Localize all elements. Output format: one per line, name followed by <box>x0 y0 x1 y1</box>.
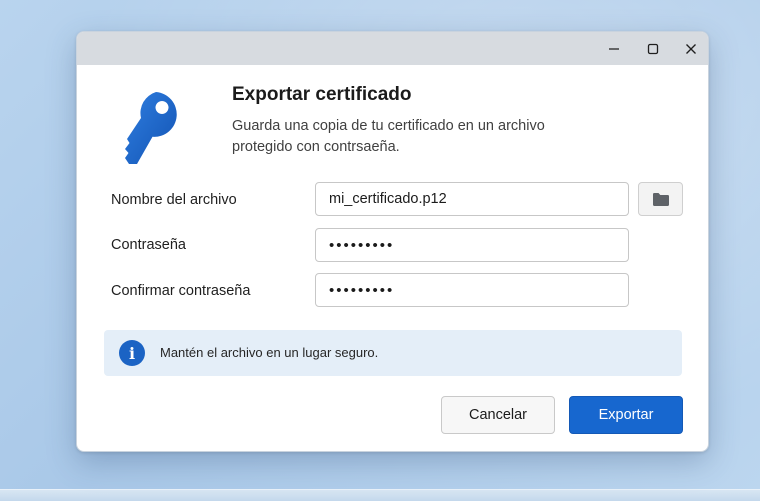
maximize-icon <box>647 43 659 54</box>
export-button[interactable]: Exportar <box>569 396 683 434</box>
export-certificate-dialog: Exportar certificado Guarda una copia de… <box>76 31 709 452</box>
password-label: Contraseña <box>111 237 186 253</box>
maximize-button[interactable] <box>635 32 671 65</box>
minimize-button[interactable] <box>596 32 632 65</box>
dialog-title: Exportar certificado <box>232 84 412 105</box>
title-bar[interactable] <box>77 32 708 65</box>
minimize-icon <box>609 47 619 50</box>
taskbar-edge <box>0 489 760 501</box>
close-icon <box>686 43 696 54</box>
filename-input[interactable] <box>315 182 629 216</box>
close-button[interactable] <box>673 32 708 65</box>
confirm-password-label: Confirmar contraseña <box>111 283 251 299</box>
confirm-password-input[interactable] <box>315 273 629 307</box>
cancel-button[interactable]: Cancelar <box>441 396 555 434</box>
key-icon <box>125 92 177 164</box>
folder-icon <box>652 192 669 206</box>
info-banner: i Mantén el archivo en un lugar seguro. <box>104 330 682 376</box>
dialog-description: Guarda una copia de tu certificado en un… <box>232 118 545 155</box>
info-icon: i <box>119 340 145 366</box>
filename-label: Nombre del archivo <box>111 192 237 208</box>
password-input[interactable] <box>315 228 629 262</box>
browse-folder-button[interactable] <box>638 182 683 216</box>
info-text: Mantén el archivo en un lugar seguro. <box>160 345 379 360</box>
